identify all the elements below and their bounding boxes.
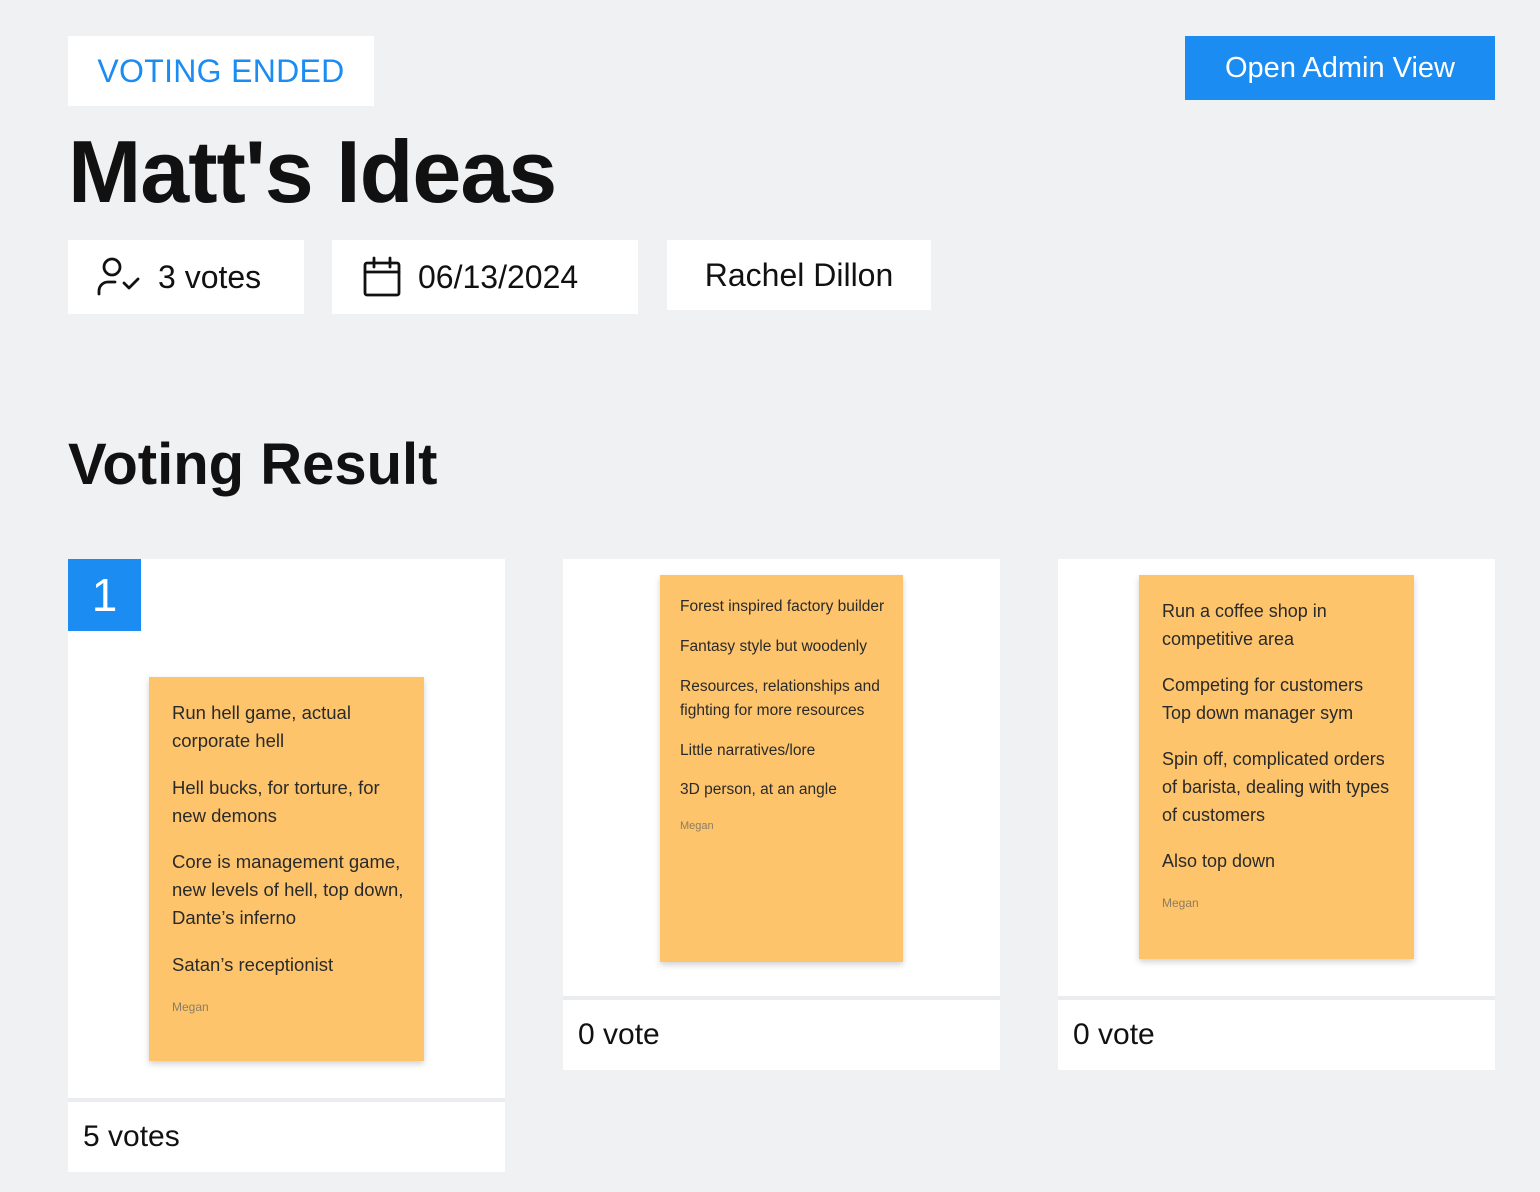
result-card[interactable]: Run a coffee shop in competitive area Co… [1058, 559, 1495, 1070]
vote-count: 0 vote [1058, 1000, 1495, 1070]
note-line: 3D person, at an angle [680, 781, 837, 799]
calendar-icon [363, 256, 401, 297]
note-line: Spin off, complicated orders of barista,… [1162, 749, 1390, 825]
vote-count: 5 votes [68, 1102, 505, 1172]
note-line: Resources, relationships and fighting fo… [680, 677, 880, 719]
result-card[interactable]: Forest inspired factory builder Fantasy … [563, 559, 1000, 1070]
note-line: Forest inspired factory builder [680, 598, 885, 615]
status-badge: VOTING ENDED [68, 36, 374, 106]
note-line: Fantasy style but woodenly [680, 637, 867, 655]
note-line: Little narratives/lore [680, 741, 816, 759]
votes-chip: 3 votes [68, 240, 304, 314]
owner-chip: Rachel Dillon [667, 240, 931, 310]
note-line: Hell bucks, for torture, for new demons [172, 776, 380, 826]
rank-badge: 1 [68, 559, 141, 631]
note-line: Run hell game, actual corporate hell [172, 702, 351, 751]
note-line: Competing for customers Top down manager… [1162, 675, 1364, 723]
note-author: Megan [172, 1000, 209, 1014]
note-line: Run a coffee shop in competitive area [1162, 601, 1327, 649]
sticky-note: Run a coffee shop in competitive area Co… [1139, 575, 1414, 959]
page-title: Matt's Ideas [68, 122, 557, 221]
note-author: Megan [1162, 896, 1199, 910]
vote-count: 0 vote [563, 1000, 1000, 1070]
sticky-note: Run hell game, actual corporate hell Hel… [149, 677, 424, 1061]
date-chip: 06/13/2024 [332, 240, 638, 314]
open-admin-view-button[interactable]: Open Admin View [1185, 36, 1495, 100]
user-check-icon [97, 257, 140, 296]
note-line: Satan’s receptionist [172, 953, 334, 975]
owner-name: Rachel Dillon [704, 256, 894, 293]
note-line: Core is management game, new levels of h… [172, 851, 404, 928]
note-author: Megan [680, 820, 714, 833]
section-title: Voting Result [68, 432, 438, 497]
sticky-note: Forest inspired factory builder Fantasy … [660, 575, 903, 962]
note-line: Also top down [1162, 851, 1276, 871]
result-card[interactable]: 1 Run hell game, actual corporate hell H… [68, 559, 505, 1172]
date-value: 06/13/2024 [418, 258, 579, 295]
votes-count: 3 votes [158, 258, 262, 295]
